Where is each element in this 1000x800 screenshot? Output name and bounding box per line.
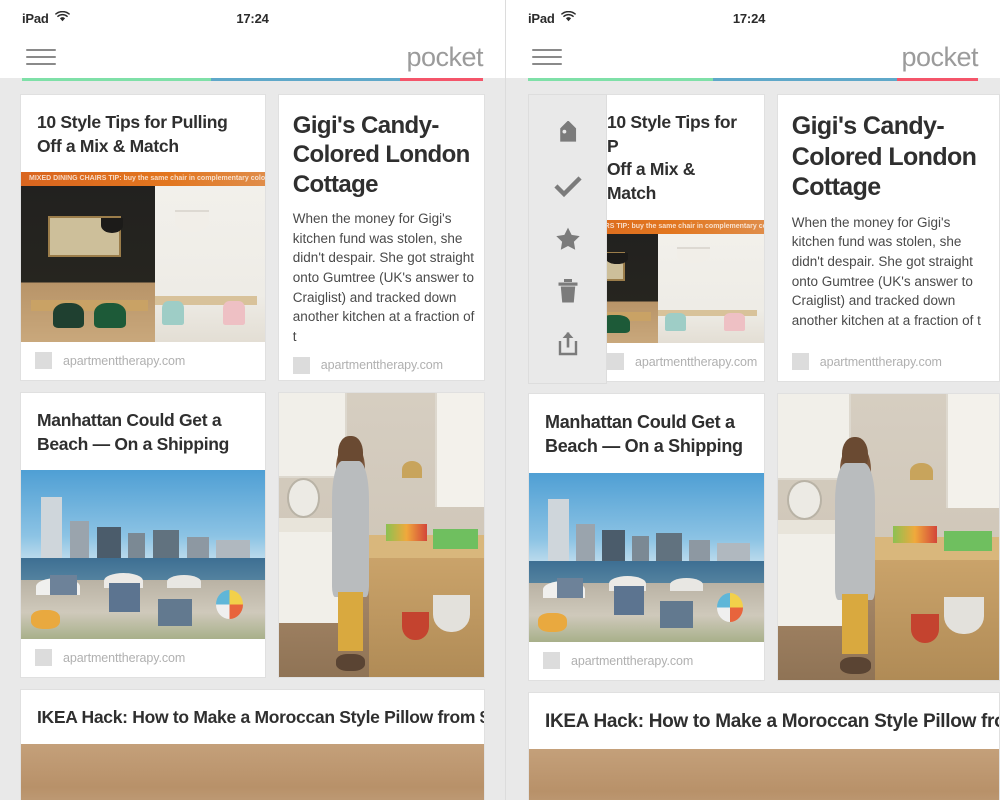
article-card-ikea-hack[interactable]: IKEA Hack: How to Make a Moroccan Style … bbox=[528, 692, 1000, 800]
article-source: apartmenttherapy.com bbox=[529, 642, 764, 680]
left-screen: iPad 17:24 pocket bbox=[0, 0, 505, 800]
star-icon[interactable] bbox=[546, 219, 590, 259]
article-source: apartmenttherapy.com bbox=[21, 342, 265, 380]
article-source: apartmenttherapy.com bbox=[21, 639, 265, 677]
article-excerpt: When the money for Gigi's kitchen fund w… bbox=[778, 213, 999, 344]
article-image-kitchen bbox=[279, 393, 484, 677]
article-title: Manhattan Could Get a Beach — On a Shipp… bbox=[21, 393, 265, 470]
article-card-kitchen[interactable] bbox=[777, 393, 1000, 681]
article-grid[interactable]: 10 Style Tips for Pulling Off a Mix & Ma… bbox=[0, 84, 505, 800]
article-title: Manhattan Could Get a Beach — On a Shipp… bbox=[529, 394, 764, 473]
article-image-kitchen bbox=[778, 394, 999, 680]
article-card-style-tips[interactable]: 10 Style Tips for Pulling Off a Mix & Ma… bbox=[20, 94, 266, 381]
source-domain: apartmenttherapy.com bbox=[321, 358, 443, 372]
color-segment-red bbox=[897, 78, 978, 81]
article-title: 10 Style Tips for Pulling Off a Mix & Ma… bbox=[21, 95, 265, 172]
color-segment-blue bbox=[211, 78, 400, 81]
color-segment-green bbox=[528, 78, 713, 81]
share-icon[interactable] bbox=[546, 323, 590, 363]
hamburger-menu-icon[interactable] bbox=[532, 47, 562, 67]
color-segment-green bbox=[22, 78, 211, 81]
article-row-2: Manhattan Could Get a Beach — On a Shipp… bbox=[20, 392, 485, 678]
favicon-placeholder-icon bbox=[607, 353, 624, 370]
article-card-kitchen[interactable] bbox=[278, 392, 485, 678]
favicon-placeholder-icon bbox=[35, 352, 52, 369]
category-color-bar bbox=[528, 78, 978, 81]
favicon-placeholder-icon bbox=[35, 649, 52, 666]
article-action-menu[interactable] bbox=[528, 94, 607, 384]
source-domain: apartmenttherapy.com bbox=[635, 355, 757, 369]
source-domain: apartmenttherapy.com bbox=[63, 354, 185, 368]
article-row-3: IKEA Hack: How to Make a Moroccan Style … bbox=[528, 692, 1000, 800]
article-title: Gigi's Candy- Colored London Cottage bbox=[279, 95, 484, 209]
article-card-manhattan-beach[interactable]: Manhattan Could Get a Beach — On a Shipp… bbox=[20, 392, 266, 678]
source-domain: apartmenttherapy.com bbox=[63, 651, 185, 665]
trash-icon[interactable] bbox=[546, 271, 590, 311]
status-bar: iPad 17:24 bbox=[506, 0, 1000, 36]
category-color-bar bbox=[22, 78, 483, 81]
article-card-manhattan-beach[interactable]: Manhattan Could Get a Beach — On a Shipp… bbox=[528, 393, 765, 681]
right-screen-with-action-menu: iPad 17:24 pocket bbox=[505, 0, 1000, 800]
tag-icon[interactable] bbox=[546, 115, 590, 155]
favicon-placeholder-icon bbox=[543, 652, 560, 669]
article-title: IKEA Hack: How to Make a Moroccan Style … bbox=[529, 693, 999, 749]
source-domain: apartmenttherapy.com bbox=[820, 355, 942, 369]
source-domain: apartmenttherapy.com bbox=[571, 654, 693, 668]
article-source: apartmenttherapy.com bbox=[778, 343, 999, 381]
article-row-1: 10 Style Tips for Pulling Off a Mix & Ma… bbox=[20, 94, 485, 381]
article-image-manhattan-beach bbox=[529, 473, 764, 642]
color-segment-blue bbox=[713, 78, 898, 81]
hamburger-menu-icon[interactable] bbox=[26, 47, 56, 67]
article-row-2: Manhattan Could Get a Beach — On a Shipp… bbox=[528, 393, 1000, 681]
favicon-placeholder-icon bbox=[293, 357, 310, 374]
article-title: Gigi's Candy- Colored London Cottage bbox=[778, 95, 999, 213]
article-card-gigi-cottage[interactable]: Gigi's Candy- Colored London Cottage Whe… bbox=[278, 94, 485, 381]
article-image-moroccan-pillow bbox=[529, 749, 999, 800]
article-card-ikea-hack[interactable]: IKEA Hack: How to Make a Moroccan Style … bbox=[20, 689, 485, 800]
color-segment-red bbox=[400, 78, 483, 81]
article-image-moroccan-pillow bbox=[21, 744, 484, 800]
article-row-3: IKEA Hack: How to Make a Moroccan Style … bbox=[20, 689, 485, 800]
pocket-logo: pocket bbox=[901, 44, 978, 71]
article-excerpt: When the money for Gigi's kitchen fund w… bbox=[279, 209, 484, 347]
article-source: apartmenttherapy.com bbox=[279, 347, 484, 381]
article-image-dining-room: MIXED DINING CHAIRS TIP: buy the same ch… bbox=[21, 172, 265, 342]
nav-bar: pocket bbox=[0, 36, 505, 78]
nav-bar: pocket bbox=[506, 36, 1000, 78]
clock: 17:24 bbox=[0, 11, 505, 26]
favicon-placeholder-icon bbox=[792, 353, 809, 370]
image-banner-text: MIXED DINING CHAIRS TIP: buy the same ch… bbox=[21, 172, 265, 186]
article-card-gigi-cottage[interactable]: Gigi's Candy- Colored London Cottage Whe… bbox=[777, 94, 1000, 382]
pocket-logo: pocket bbox=[406, 44, 483, 71]
status-bar: iPad 17:24 bbox=[0, 0, 505, 36]
check-icon[interactable] bbox=[546, 167, 590, 207]
article-title: IKEA Hack: How to Make a Moroccan Style … bbox=[21, 690, 484, 744]
clock: 17:24 bbox=[505, 11, 1000, 26]
dual-screenshot-comparison: iPad 17:24 pocket bbox=[0, 0, 1000, 800]
article-image-manhattan-beach bbox=[21, 470, 265, 639]
